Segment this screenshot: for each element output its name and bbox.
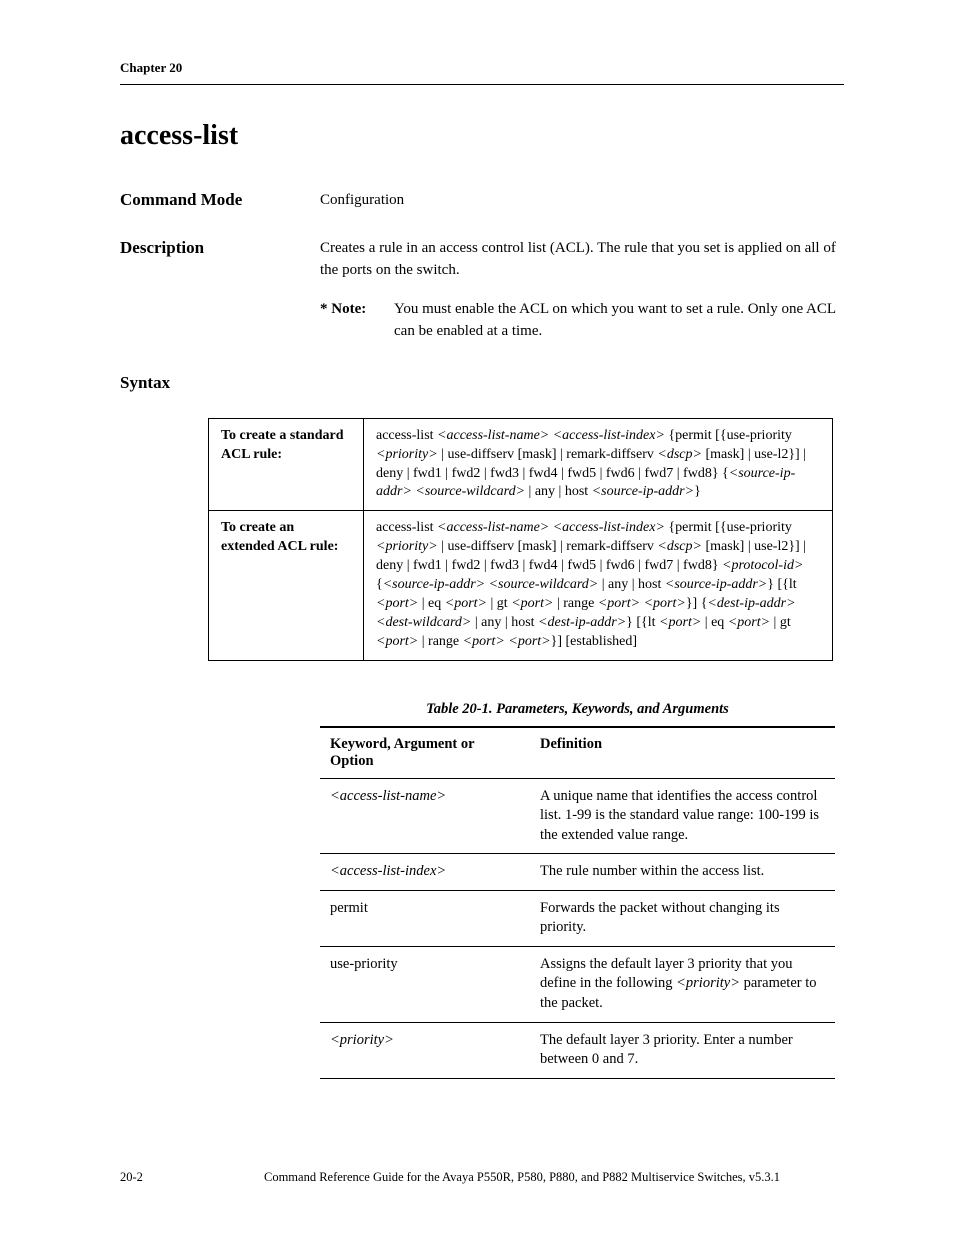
param-table: Keyword, Argument or Option Definition <…: [320, 726, 835, 1079]
param-keyword: <access-list-name>: [320, 778, 530, 854]
syntax-row-label: To create a standard ACL rule:: [209, 418, 364, 511]
param-keyword: <access-list-index>: [320, 854, 530, 891]
param-definition: The default layer 3 priority. Enter a nu…: [530, 1022, 835, 1078]
syntax-label: Syntax: [120, 373, 844, 393]
syntax-row-label: To create an extended ACL rule:: [209, 511, 364, 660]
param-table-caption: Table 20-1. Parameters, Keywords, and Ar…: [320, 701, 835, 718]
param-definition: A unique name that identifies the access…: [530, 778, 835, 854]
param-row: use-priorityAssigns the default layer 3 …: [320, 946, 835, 1022]
header-rule: [120, 84, 844, 85]
syntax-row: To create an extended ACL rule:access-li…: [209, 511, 833, 660]
param-row: <access-list-name>A unique name that ide…: [320, 778, 835, 854]
chapter-header: Chapter 20: [120, 60, 844, 76]
param-keyword: <priority>: [320, 1022, 530, 1078]
command-mode-label: Command Mode: [120, 190, 320, 212]
command-mode-value: Configuration: [320, 190, 844, 212]
param-definition: Forwards the packet without changing its…: [530, 890, 835, 946]
page-title: access-list: [120, 120, 844, 152]
description-label: Description: [120, 238, 320, 343]
description-text: Creates a rule in an access control list…: [320, 238, 844, 282]
param-keyword: permit: [320, 890, 530, 946]
param-row: permitForwards the packet without changi…: [320, 890, 835, 946]
syntax-row-body: access-list <access-list-name> <access-l…: [364, 511, 833, 660]
footer-page-number: 20-2: [120, 1170, 200, 1185]
footer-text: Command Reference Guide for the Avaya P5…: [200, 1170, 844, 1185]
param-row: <access-list-index>The rule number withi…: [320, 854, 835, 891]
param-keyword: use-priority: [320, 946, 530, 1022]
note-text: You must enable the ACL on which you wan…: [394, 299, 844, 343]
param-header-definition: Definition: [530, 727, 835, 779]
param-row: <priority>The default layer 3 priority. …: [320, 1022, 835, 1078]
param-definition: Assigns the default layer 3 priority tha…: [530, 946, 835, 1022]
syntax-row-body: access-list <access-list-name> <access-l…: [364, 418, 833, 511]
param-header-keyword: Keyword, Argument or Option: [320, 727, 530, 779]
param-definition: The rule number within the access list.: [530, 854, 835, 891]
syntax-table: To create a standard ACL rule:access-lis…: [208, 418, 833, 661]
syntax-row: To create a standard ACL rule:access-lis…: [209, 418, 833, 511]
note-label: * Note:: [320, 299, 394, 343]
param-header-row: Keyword, Argument or Option Definition: [320, 727, 835, 779]
